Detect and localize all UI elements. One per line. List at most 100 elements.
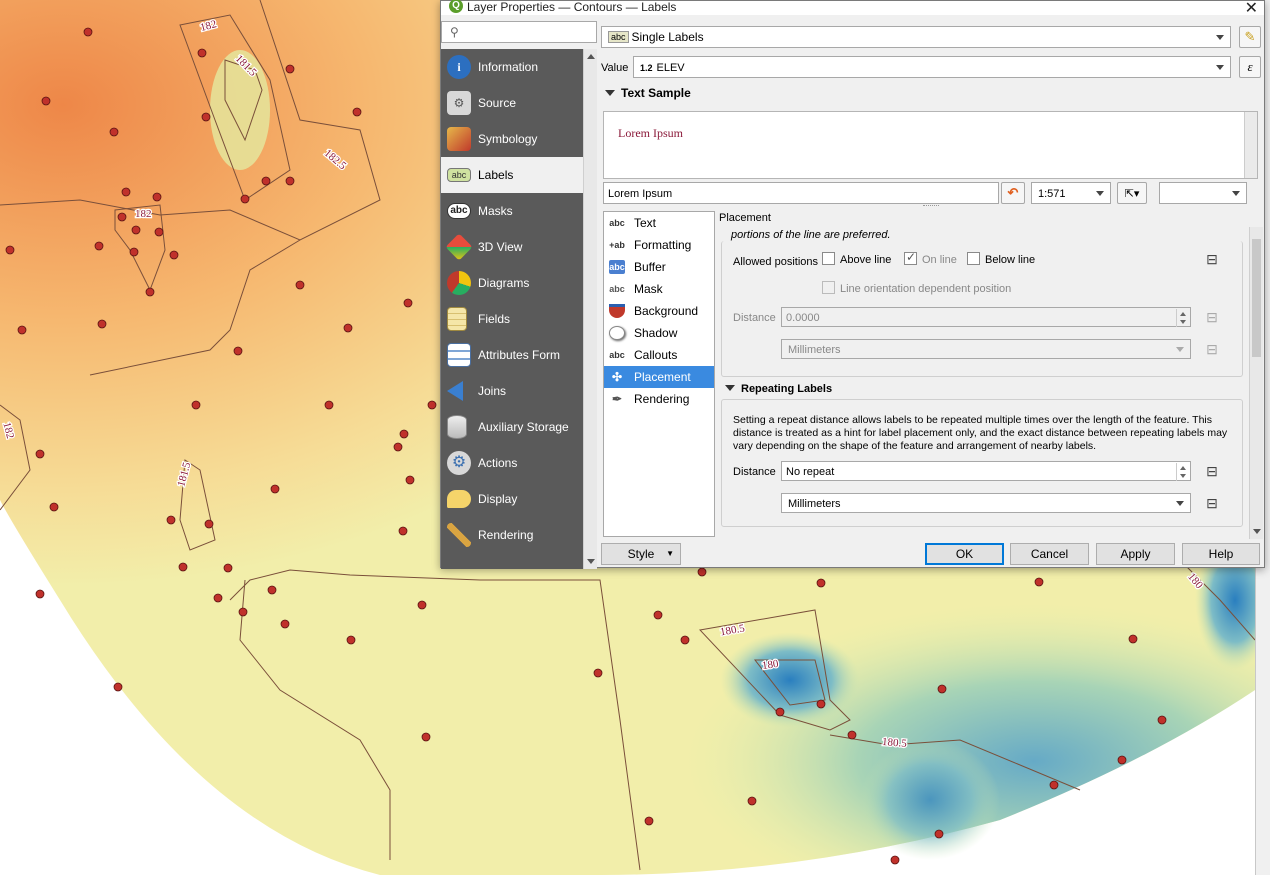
- sidebar-item-source[interactable]: ⚙ Source: [441, 85, 583, 121]
- repeating-labels-header[interactable]: Repeating Labels: [725, 383, 832, 395]
- tab-shadow[interactable]: Shadow: [604, 322, 714, 344]
- tab-callouts[interactable]: abc Callouts: [604, 344, 714, 366]
- scale-from-map-button[interactable]: ⇱▾: [1117, 182, 1147, 204]
- sidebar-item-masks[interactable]: abc Masks: [441, 193, 583, 229]
- sample-point: [240, 194, 250, 204]
- style-menu-button[interactable]: Style ▼: [601, 543, 681, 565]
- collapse-icon: [605, 90, 615, 96]
- 3d-view-icon: [445, 233, 473, 261]
- labels-icon: abc: [447, 168, 471, 182]
- buffer-icon: abc: [609, 260, 625, 274]
- sidebar-item-labels[interactable]: abc Labels: [441, 157, 583, 193]
- sample-point: [213, 593, 223, 603]
- sidebar-item-fields[interactable]: Fields: [441, 301, 583, 337]
- scroll-down-icon[interactable]: [1253, 529, 1261, 534]
- text-sample-header[interactable]: Text Sample: [605, 86, 691, 100]
- tab-label: Mask: [634, 282, 663, 296]
- tab-text[interactable]: abc Text: [604, 212, 714, 234]
- data-defined-override-button[interactable]: ⊟: [1201, 494, 1223, 512]
- sample-point: [154, 227, 164, 237]
- sidebar-item-label: Auxiliary Storage: [478, 420, 569, 434]
- chevron-down-icon: [1232, 191, 1240, 196]
- expression-button[interactable]: ε: [1239, 56, 1261, 78]
- spinbox-arrows-icon[interactable]: [1176, 309, 1188, 327]
- repeat-distance-input[interactable]: No repeat: [781, 461, 1191, 481]
- scrollbar-thumb[interactable]: [1252, 239, 1261, 357]
- sidebar-item-actions[interactable]: ⚙ Actions: [441, 445, 583, 481]
- sidebar-item-symbology[interactable]: Symbology: [441, 121, 583, 157]
- scroll-up-icon[interactable]: [587, 54, 595, 59]
- sidebar-item-auxiliary-storage[interactable]: Auxiliary Storage: [441, 409, 583, 445]
- title-bar[interactable]: Q Layer Properties — Contours — Labels ✕: [441, 0, 1264, 18]
- source-icon: ⚙: [447, 91, 471, 115]
- help-button[interactable]: Help: [1182, 543, 1260, 565]
- chevron-down-icon: [1096, 191, 1104, 196]
- placement-scrollbar[interactable]: [1249, 227, 1263, 539]
- sample-text-input[interactable]: Lorem Ipsum: [603, 182, 999, 204]
- background-color-select[interactable]: [1159, 182, 1247, 204]
- tab-mask[interactable]: abc Mask: [604, 278, 714, 300]
- data-defined-override-button[interactable]: ⊟: [1201, 462, 1223, 480]
- preview-scrollbar[interactable]: [1244, 112, 1257, 178]
- data-defined-override-button[interactable]: ⊟: [1201, 308, 1223, 326]
- sidebar-item-attributes-form[interactable]: Attributes Form: [441, 337, 583, 373]
- sidebar-item-label: Diagrams: [478, 276, 530, 290]
- background-icon: [609, 304, 625, 318]
- data-defined-override-button[interactable]: ⊟: [1201, 250, 1223, 268]
- sidebar-scrollbar[interactable]: [583, 49, 597, 569]
- sample-point: [191, 400, 201, 410]
- on-line-checkbox[interactable]: [904, 250, 917, 265]
- reset-sample-button[interactable]: ↶: [1001, 182, 1025, 204]
- tab-rendering[interactable]: ✒ Rendering: [604, 388, 714, 410]
- tab-placement[interactable]: ✣ Placement: [604, 366, 714, 388]
- labeling-mode-select[interactable]: abc Single Labels: [601, 26, 1231, 48]
- sidebar-item-display[interactable]: Display: [441, 481, 583, 517]
- apply-button[interactable]: Apply: [1096, 543, 1175, 565]
- single-labels-icon: abc: [608, 31, 629, 43]
- splitter-handle[interactable]: [923, 205, 939, 208]
- sample-point: [653, 610, 663, 620]
- shadow-icon: [609, 326, 625, 340]
- sidebar-item-label: Labels: [478, 168, 514, 182]
- sample-point: [427, 400, 437, 410]
- sidebar-item-rendering[interactable]: Rendering: [441, 517, 583, 553]
- above-line-checkbox[interactable]: [822, 252, 835, 265]
- sidebar-item-label: Masks: [478, 204, 513, 218]
- sample-point: [41, 96, 51, 106]
- below-line-checkbox[interactable]: [967, 252, 980, 265]
- ok-button[interactable]: OK: [925, 543, 1004, 565]
- sidebar-item-information[interactable]: i Information: [441, 49, 583, 85]
- tab-buffer[interactable]: abc Buffer: [604, 256, 714, 278]
- fields-icon: [447, 307, 467, 331]
- spinbox-arrows-icon[interactable]: [1176, 463, 1188, 481]
- magic-wand-icon: ✎: [1244, 29, 1256, 44]
- preview-scale-select[interactable]: 1:571: [1031, 182, 1111, 204]
- cursor-icon: ⇱▾: [1124, 188, 1140, 200]
- repeat-units-select[interactable]: Millimeters: [781, 493, 1191, 513]
- cancel-button[interactable]: Cancel: [1010, 543, 1089, 565]
- data-defined-override-button[interactable]: ⊟: [1201, 340, 1223, 358]
- sidebar-item-3d-view[interactable]: 3D View: [441, 229, 583, 265]
- sample-point: [17, 325, 27, 335]
- line-orientation-label: Line orientation dependent position: [840, 283, 1012, 295]
- rule-wizard-button[interactable]: ✎: [1239, 26, 1261, 48]
- distance-units-select[interactable]: Millimeters: [781, 339, 1191, 359]
- sidebar-item-diagrams[interactable]: Diagrams: [441, 265, 583, 301]
- tab-background[interactable]: Background: [604, 300, 714, 322]
- sidebar-search-input[interactable]: ⚲: [441, 21, 597, 43]
- value-field-select[interactable]: 1.2 ELEV: [633, 56, 1231, 78]
- sample-point: [816, 578, 826, 588]
- line-orientation-checkbox[interactable]: [822, 281, 835, 294]
- collapse-icon: [725, 385, 735, 391]
- tab-formatting[interactable]: +ab Formatting: [604, 234, 714, 256]
- scroll-down-icon[interactable]: [587, 559, 595, 564]
- placement-icon: ✣: [611, 370, 623, 384]
- sidebar-item-label: Attributes Form: [478, 348, 561, 362]
- sample-point: [35, 449, 45, 459]
- distance-input[interactable]: 0.0000: [781, 307, 1191, 327]
- close-button[interactable]: ✕: [1245, 0, 1258, 18]
- value-field: ELEV: [656, 62, 685, 74]
- sample-point: [405, 475, 415, 485]
- sidebar-item-joins[interactable]: Joins: [441, 373, 583, 409]
- apply-button-label: Apply: [1120, 547, 1151, 561]
